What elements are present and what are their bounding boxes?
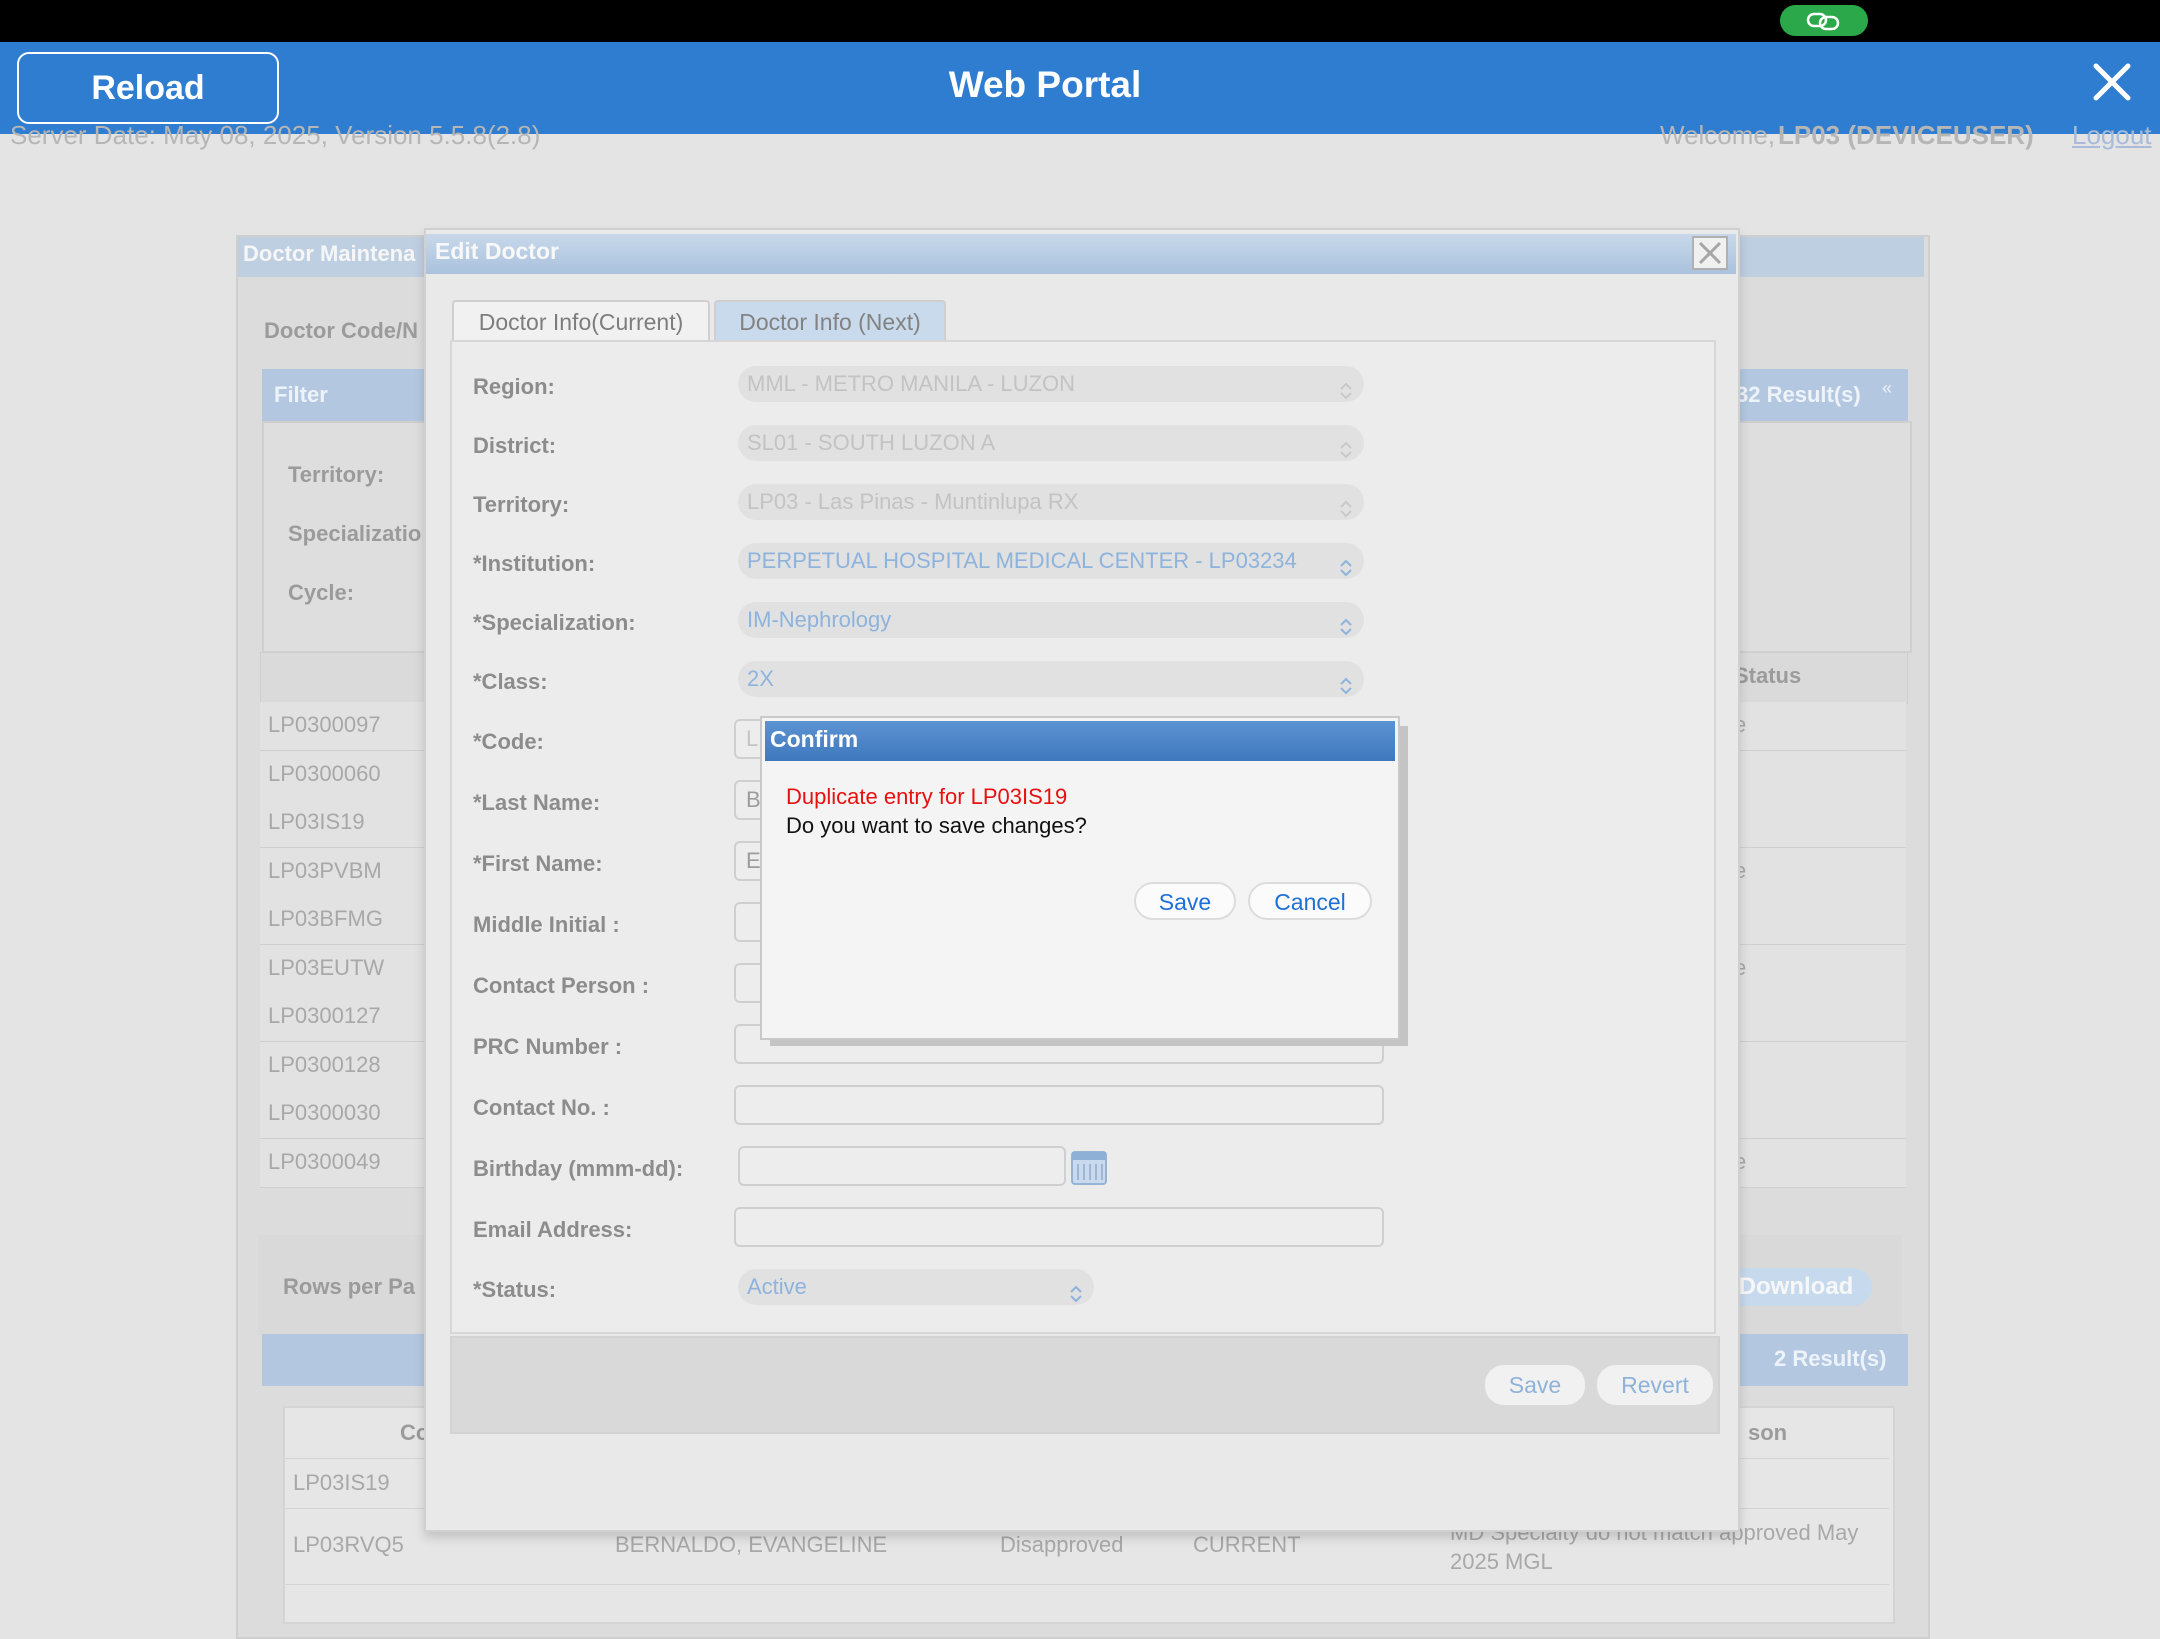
welcome-prefix: Welcome, <box>1660 120 1776 150</box>
edit-dialog-footer: Save Revert <box>450 1336 1720 1434</box>
link-icon <box>1806 12 1840 31</box>
institution-value: PERPETUAL HOSPITAL MEDICAL CENTER - LP03… <box>747 548 1297 573</box>
status-value: Active <box>747 1274 807 1299</box>
row-doctor-code: LP0300097 <box>268 712 381 737</box>
code-label: *Code: <box>473 729 544 754</box>
prc-number-label: PRC Number : <box>473 1034 623 1059</box>
row-doctor-code: LP0300127 <box>268 1003 381 1028</box>
results-row-name: BERNALDO, EVANGELINE <box>615 1532 888 1557</box>
confirm-question: Do you want to save changes? <box>786 813 1087 838</box>
screen-link-indicator[interactable] <box>1780 5 1868 36</box>
territory-select[interactable]: LP03 - Las Pinas - Muntinlupa RX <box>738 484 1364 520</box>
edit-dialog-titlebar <box>426 234 1736 274</box>
filter-cycle-label: Cycle: <box>288 580 355 605</box>
server-info: Server Date: May 08, 2025, Version 5.5.8… <box>10 120 541 150</box>
first-name-label: *First Name: <box>473 851 603 876</box>
edit-dialog-close-button[interactable] <box>1692 236 1728 270</box>
birthday-label: Birthday (mmm-dd): <box>473 1156 684 1181</box>
nav-title: Web Portal <box>948 64 1142 105</box>
confirm-title: Confirm <box>770 726 859 752</box>
tab-doctor-info-next[interactable]: Doctor Info (Next) <box>714 300 946 342</box>
calendar-icon[interactable] <box>1070 1150 1107 1186</box>
welcome-user: LP03 (DEVICEUSER) <box>1778 120 2034 150</box>
row-doctor-code: LP0300049 <box>268 1148 381 1174</box>
logout-link[interactable]: Logout <box>2072 120 2152 151</box>
specialization-value: IM-Nephrology <box>747 607 892 632</box>
region-select[interactable]: MML - METRO MANILA - LUZON <box>738 366 1364 402</box>
territory-label: Territory: <box>473 492 570 517</box>
row-doctor-code: LP0300128 <box>268 1051 381 1077</box>
confirm-save-button[interactable]: Save <box>1134 882 1236 920</box>
rows-per-page-label: Rows per Pa <box>283 1274 416 1299</box>
result-count-top: 32 Result(s) <box>1736 382 1861 407</box>
row-doctor-code: LP03BFMG <box>268 906 383 931</box>
chevron-up-down-icon <box>1338 434 1354 461</box>
results-row-code: LP03IS19 <box>293 1470 390 1495</box>
chevron-up-down-icon <box>1068 1278 1084 1305</box>
close-icon <box>1698 241 1722 265</box>
duplicate-error-message: Duplicate entry for LP03IS19 <box>786 784 1068 809</box>
institution-label: *Institution: <box>473 551 596 576</box>
filter-territory-label: Territory: <box>288 462 385 487</box>
row-doctor-code: LP03IS19 <box>268 809 365 834</box>
close-icon[interactable] <box>2090 60 2134 104</box>
results-row-status: Disapproved <box>1000 1532 1124 1557</box>
class-label: *Class: <box>473 669 548 694</box>
row-doctor-code: LP03PVBM <box>268 857 382 883</box>
region-value: MML - METRO MANILA - LUZON <box>747 371 1075 396</box>
specialization-label: *Specialization: <box>473 610 636 635</box>
confirm-dialog: Confirm Duplicate entry for LP03IS19 Do … <box>760 716 1400 1040</box>
contact-no-label: Contact No. : <box>473 1095 610 1120</box>
divider <box>285 1584 1889 1585</box>
status-select[interactable]: Active <box>738 1269 1094 1305</box>
results-row-cycle: CURRENT <box>1193 1532 1301 1557</box>
download-button[interactable]: Download <box>1720 1268 1872 1306</box>
confirm-titlebar <box>765 721 1395 761</box>
birthday-input[interactable] <box>738 1146 1066 1186</box>
filter-title: Filter <box>274 382 328 407</box>
district-label: District: <box>473 433 557 458</box>
email-input[interactable] <box>734 1207 1384 1247</box>
institution-select[interactable]: PERPETUAL HOSPITAL MEDICAL CENTER - LP03… <box>738 543 1364 579</box>
middle-initial-label: Middle Initial : <box>473 912 620 937</box>
results-row-code: LP03RVQ5 <box>293 1532 404 1557</box>
chevron-up-down-icon <box>1338 375 1354 402</box>
chevron-up-down-icon <box>1338 670 1354 697</box>
tab-doctor-info-current[interactable]: Doctor Info(Current) <box>452 300 710 342</box>
contact-person-label: Contact Person : <box>473 973 650 998</box>
specialization-select[interactable]: IM-Nephrology <box>738 602 1364 638</box>
edit-save-button[interactable]: Save <box>1484 1364 1586 1406</box>
edit-dialog-title: Edit Doctor <box>435 238 559 264</box>
region-label: Region: <box>473 374 555 399</box>
district-value: SL01 - SOUTH LUZON A <box>747 430 996 455</box>
panel-title: Doctor Maintena <box>243 241 416 266</box>
collapse-icon[interactable]: « <box>1882 378 1892 399</box>
row-doctor-code: LP0300060 <box>268 760 381 786</box>
contact-no-input[interactable] <box>734 1085 1384 1125</box>
last-name-label: *Last Name: <box>473 790 601 815</box>
chevron-up-down-icon <box>1338 493 1354 520</box>
row-doctor-code: LP0300030 <box>268 1100 381 1125</box>
status-label: *Status: <box>473 1277 557 1302</box>
row-doctor-code: LP03EUTW <box>268 954 385 980</box>
class-value: 2X <box>747 666 774 691</box>
revert-button[interactable]: Revert <box>1596 1364 1714 1406</box>
district-select[interactable]: SL01 - SOUTH LUZON A <box>738 425 1364 461</box>
confirm-cancel-button[interactable]: Cancel <box>1248 882 1372 920</box>
result-count-bottom: 2 Result(s) <box>1774 1346 1887 1371</box>
territory-value: LP03 - Las Pinas - Muntinlupa RX <box>747 489 1079 514</box>
class-select[interactable]: 2X <box>738 661 1364 697</box>
status-column-header: Status <box>1734 663 1802 688</box>
chevron-up-down-icon <box>1338 552 1354 579</box>
doctor-code-label: Doctor Code/N <box>264 318 418 343</box>
chevron-up-down-icon <box>1338 611 1354 638</box>
email-label: Email Address: <box>473 1217 633 1242</box>
filter-specialization-label: Specializatio <box>288 521 422 546</box>
results-reason-header: son <box>1748 1420 1788 1445</box>
